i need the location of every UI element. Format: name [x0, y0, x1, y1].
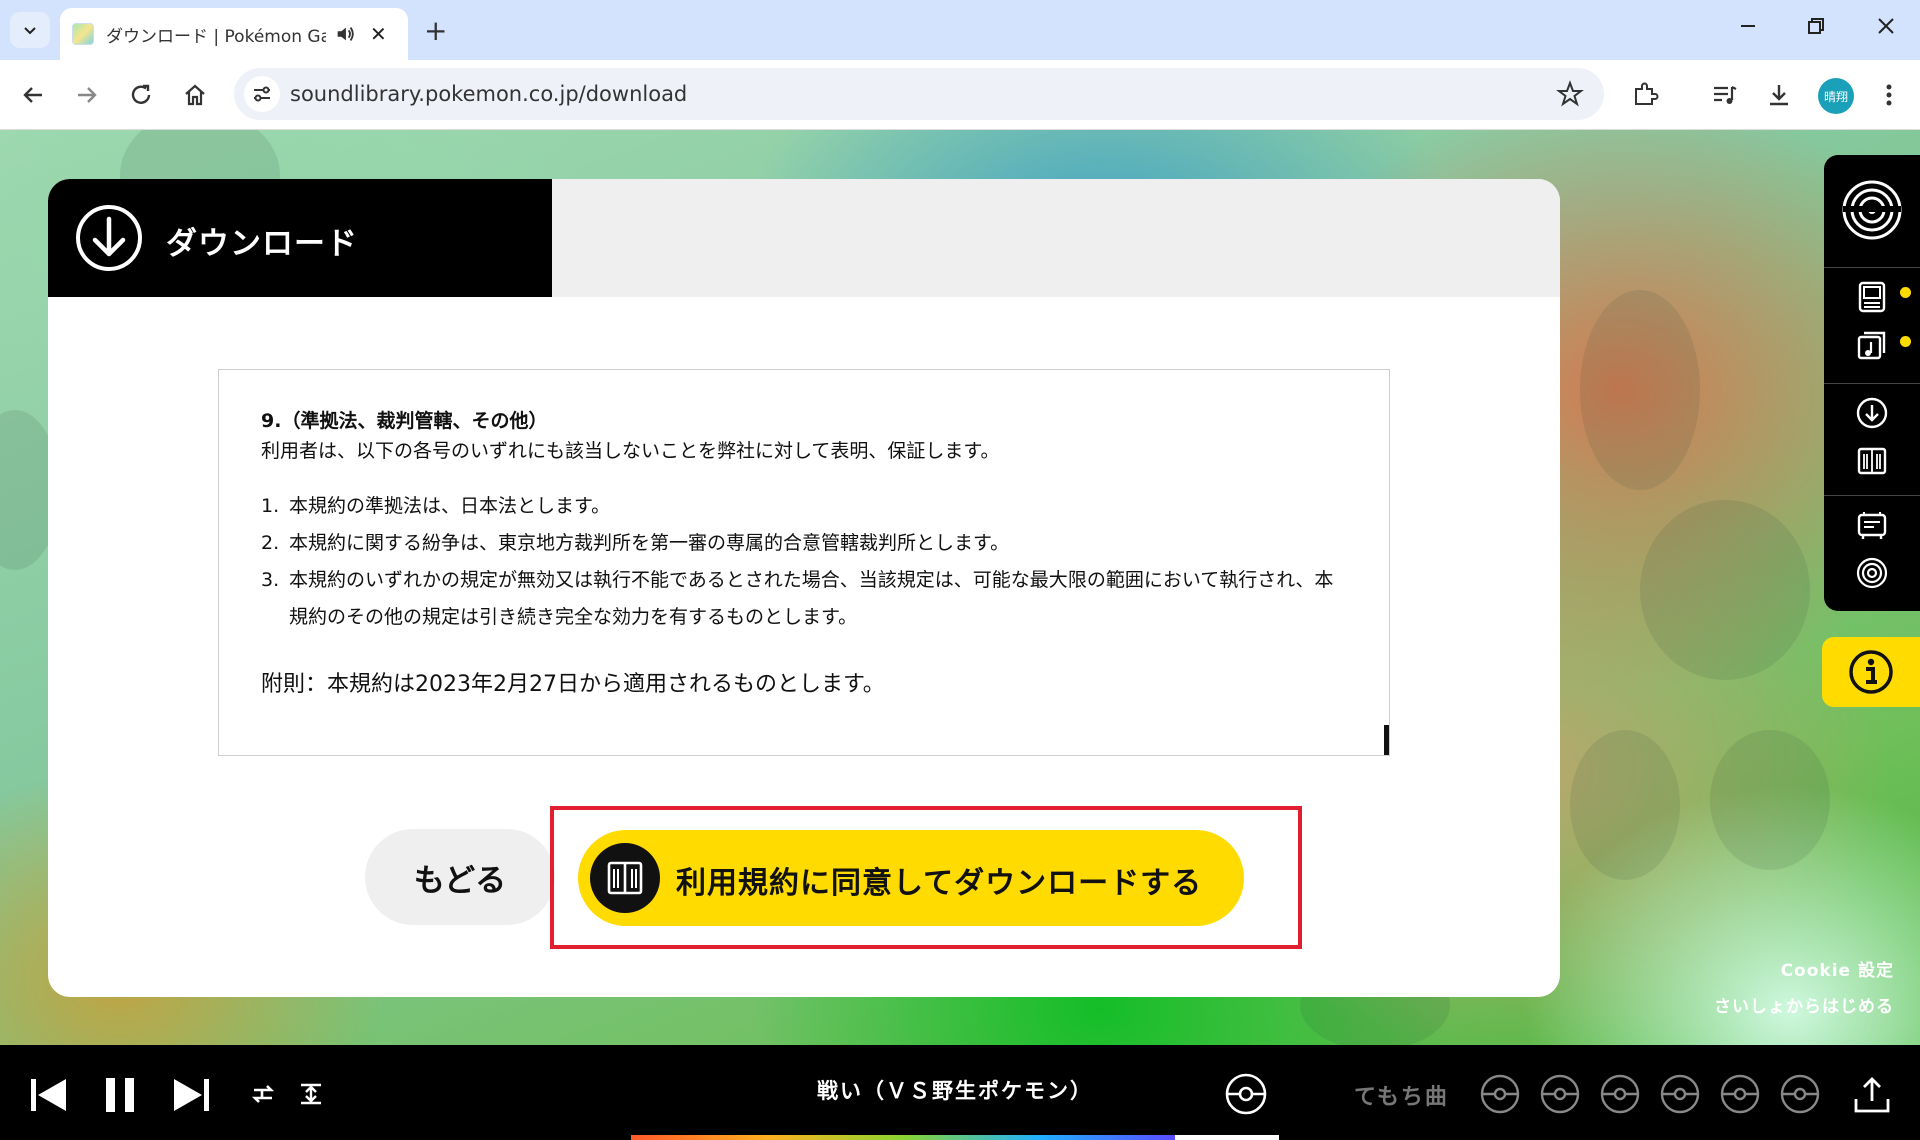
forward-arrow-icon[interactable]	[72, 80, 102, 110]
profile-avatar[interactable]: 晴翔	[1818, 78, 1854, 114]
agree-download-label: 利用規約に同意してダウンロードする	[676, 866, 1203, 901]
new-tab-button[interactable]: +	[424, 14, 447, 47]
cookie-settings-link[interactable]: Cookie 設定	[1781, 956, 1894, 981]
speaker-icon[interactable]	[334, 23, 356, 45]
browser-tab-strip: ダウンロード | Pokémon Game ✕ +	[0, 0, 1920, 60]
list-item: 1. 本規約の準拠法は、日本法とします。	[261, 495, 611, 517]
download-circle-icon	[76, 205, 142, 271]
page-background: ダウンロード 9.（準拠法、裁判管轄、その他） 利用者は、以下の各号のいずれにも…	[0, 130, 1920, 1045]
pokeball-icon[interactable]	[1224, 1072, 1268, 1116]
tab-search-button[interactable]	[10, 12, 50, 48]
bookmark-star-icon[interactable]	[1556, 80, 1584, 112]
terms-content: 9.（準拠法、裁判管轄、その他） 利用者は、以下の各号のいずれにも該当しないこと…	[261, 406, 1341, 700]
info-button[interactable]	[1822, 637, 1920, 707]
music-player-bar: 戦い（ＶＳ野生ポケモン） てもち曲	[0, 1045, 1920, 1140]
url-text: soundlibrary.pokemon.co.jp/download	[290, 82, 688, 106]
restore-icon[interactable]	[1804, 14, 1828, 44]
loop-section-icon[interactable]	[296, 1079, 326, 1109]
pokemon-silhouette	[1640, 500, 1810, 680]
site-favicon-icon	[72, 23, 94, 45]
restart-link[interactable]: さいしょからはじめる	[1714, 992, 1894, 1017]
list-item: 2. 本規約に関する紛争は、東京地方裁判所を第一審の専属的合意管轄裁判所とします。	[261, 532, 1010, 554]
new-badge-dot	[1900, 287, 1911, 298]
party-slot-icon[interactable]	[1540, 1074, 1580, 1114]
media-controls-icon[interactable]	[1710, 80, 1740, 110]
next-track-icon[interactable]	[170, 1073, 214, 1117]
temochi-label: てもち曲	[1354, 1085, 1449, 1110]
browser-tab-active[interactable]: ダウンロード | Pokémon Game ✕	[60, 8, 408, 60]
card-header: ダウンロード	[48, 179, 1560, 297]
address-bar[interactable]: soundlibrary.pokemon.co.jp/download	[234, 68, 1604, 120]
radio-icon[interactable]	[1824, 503, 1920, 547]
info-icon	[1849, 650, 1893, 694]
agree-download-button[interactable]: 利用規約に同意してダウンロードする	[578, 830, 1244, 926]
back-arrow-icon[interactable]	[18, 80, 48, 110]
side-menu	[1824, 155, 1920, 611]
disc-icon[interactable]	[1824, 551, 1920, 595]
card-header-title-area: ダウンロード	[48, 179, 552, 297]
party-slot-icon[interactable]	[1720, 1074, 1760, 1114]
close-tab-icon[interactable]: ✕	[370, 22, 387, 46]
terms-supplementary: 附則：本規約は2023年2月27日から適用されるものとします。	[261, 672, 885, 697]
terms-section-heading: 9.（準拠法、裁判管轄、その他）	[261, 410, 548, 432]
previous-track-icon[interactable]	[26, 1073, 70, 1117]
extensions-puzzle-icon[interactable]	[1630, 80, 1660, 110]
window-close-icon[interactable]	[1874, 14, 1898, 44]
pause-icon[interactable]	[100, 1073, 140, 1117]
terms-book-icon[interactable]	[1824, 439, 1920, 483]
download-menu-icon[interactable]	[1824, 391, 1920, 435]
pokemon-silhouette	[1710, 730, 1830, 870]
more-menu-icon[interactable]	[1874, 80, 1904, 110]
list-item: 3. 本規約のいずれかの規定が無効又は執行不能であるとされた場合、当該規定は、可能…	[261, 569, 1334, 628]
terms-list: 1. 本規約の準拠法は、日本法とします。 2. 本規約に関する紛争は、東京地方裁判所…	[261, 488, 1341, 636]
menu-divider	[1824, 495, 1920, 496]
sound-library-logo-icon[interactable]	[1824, 175, 1920, 245]
playback-progress-bar[interactable]	[631, 1135, 1279, 1140]
party-slot-icon[interactable]	[1600, 1074, 1640, 1114]
pokemon-silhouette	[1580, 290, 1700, 490]
home-icon[interactable]	[180, 80, 210, 110]
menu-divider	[1824, 267, 1920, 268]
menu-divider	[1824, 383, 1920, 384]
browser-toolbar: soundlibrary.pokemon.co.jp/download 晴翔	[0, 60, 1920, 130]
repeat-icon[interactable]	[248, 1079, 278, 1109]
page-title: ダウンロード	[166, 226, 358, 262]
scrollbar-thumb[interactable]	[1384, 725, 1389, 755]
site-info-icon[interactable]	[244, 76, 280, 112]
terms-lead-text: 利用者は、以下の各号のいずれにも該当しないことを弊社に対して表明、保証します。	[261, 440, 1000, 462]
book-icon	[590, 843, 660, 913]
share-upload-icon[interactable]	[1850, 1073, 1894, 1117]
chevron-down-icon	[24, 27, 36, 35]
tab-title: ダウンロード | Pokémon Game	[106, 26, 326, 47]
party-slot-icon[interactable]	[1660, 1074, 1700, 1114]
playback-progress-fill	[631, 1135, 1176, 1140]
new-badge-dot	[1900, 336, 1911, 347]
download-card: ダウンロード 9.（準拠法、裁判管轄、その他） 利用者は、以下の各号のいずれにも…	[48, 179, 1560, 997]
reload-icon[interactable]	[126, 80, 156, 110]
minimize-icon[interactable]	[1736, 14, 1760, 44]
pokemon-silhouette	[1570, 730, 1680, 880]
party-slot-icon[interactable]	[1480, 1074, 1520, 1114]
track-title: 戦い（ＶＳ野生ポケモン）	[817, 1079, 1093, 1103]
terms-scroll-box[interactable]: 9.（準拠法、裁判管轄、その他） 利用者は、以下の各号のいずれにも該当しないこと…	[218, 369, 1390, 756]
back-button[interactable]: もどる	[365, 829, 555, 925]
party-slot-icon[interactable]	[1780, 1074, 1820, 1114]
downloads-icon[interactable]	[1764, 80, 1794, 110]
